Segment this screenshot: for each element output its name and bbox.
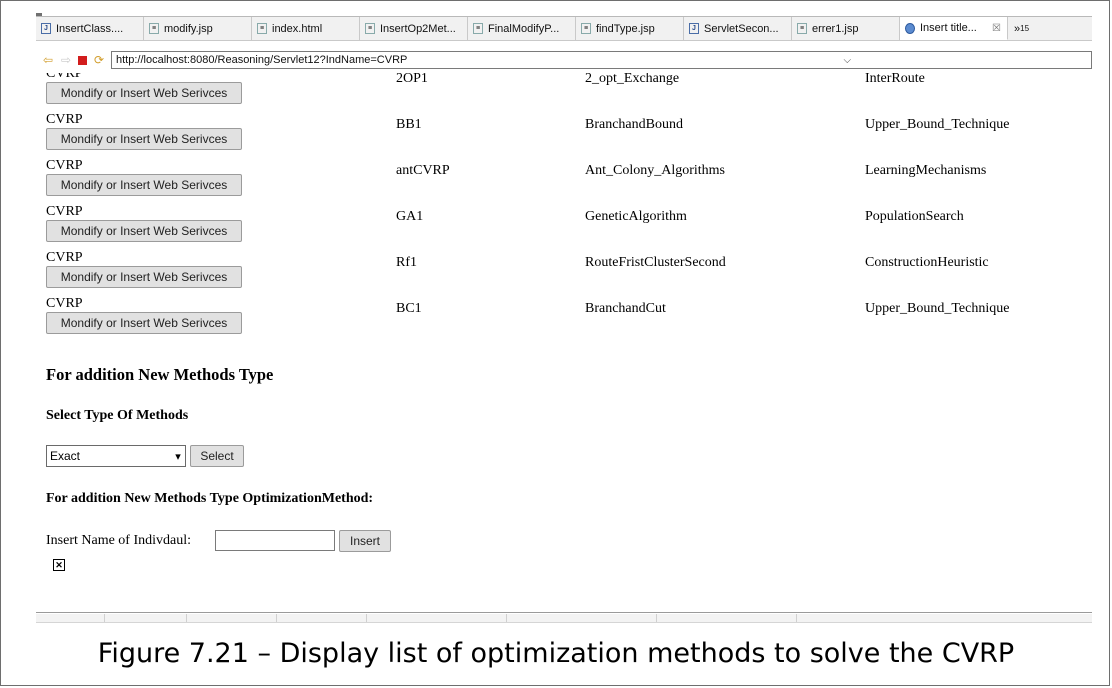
figure-caption: Figure 7.21 – Display list of optimizati… (97, 638, 1015, 669)
more-tabs-button[interactable]: » 15 (1008, 17, 1029, 40)
list-item: CVRP Mondify or Insert Web Serivces BC1 … (36, 296, 1092, 343)
chevron-down-icon[interactable]: ⌵ (604, 55, 1092, 66)
modify-insert-button[interactable]: Mondify or Insert Web Serivces (46, 82, 242, 104)
tab-servletsecon[interactable]: J ServletSecon... (684, 17, 792, 40)
row-id: Rf1 (396, 255, 417, 270)
status-divider (656, 614, 657, 622)
list-item: CVRP Mondify or Insert Web Serivces GA1 … (36, 204, 1092, 251)
java-file-icon: J (41, 23, 51, 34)
tab-findtype-jsp[interactable]: ≡ findType.jsp (576, 17, 684, 40)
tab-label: InsertClass.... (56, 22, 124, 35)
url-input[interactable]: http://localhost:8080/Reasoning/Servlet1… (111, 51, 1092, 69)
close-tab-icon[interactable]: ☒ (992, 23, 1001, 34)
status-divider (366, 614, 367, 622)
tab-label: ServletSecon... (704, 22, 779, 35)
row-label: CVRP (46, 112, 83, 127)
list-item: CVRP Mondify or Insert Web Serivces Rf1 … (36, 250, 1092, 297)
file-icon: ≡ (797, 23, 807, 34)
url-text: http://localhost:8080/Reasoning/Servlet1… (116, 54, 408, 66)
refresh-icon[interactable]: ⟳ (93, 54, 105, 66)
tab-errer1-jsp[interactable]: ≡ errer1.jsp (792, 17, 900, 40)
file-icon: ≡ (473, 23, 483, 34)
file-icon: ≡ (149, 23, 159, 34)
back-arrow-icon[interactable]: ⇦ (42, 54, 54, 66)
row-method: RouteFristClusterSecond (585, 255, 726, 270)
select-type-label: Select Type Of Methods (46, 408, 189, 423)
select-button[interactable]: Select (190, 445, 244, 467)
modify-insert-button[interactable]: Mondify or Insert Web Serivces (46, 312, 242, 334)
status-divider (104, 614, 105, 622)
tab-label: errer1.jsp (812, 22, 859, 35)
hidden-tab-count: 15 (1020, 24, 1030, 33)
addition-heading: For addition New Methods Type (46, 365, 274, 384)
row-label: CVRP (46, 73, 83, 81)
row-id: GA1 (396, 209, 424, 224)
row-method: BranchandBound (585, 117, 683, 132)
optimization-heading: For addition New Methods Type Optimizati… (46, 491, 374, 506)
tab-label: InsertOp2Met... (380, 22, 456, 35)
row-id: BC1 (396, 301, 422, 316)
tab-label: modify.jsp (164, 22, 213, 35)
stop-icon[interactable] (78, 55, 87, 65)
row-type: PopulationSearch (865, 209, 964, 224)
status-divider (796, 614, 797, 622)
java-file-icon: J (689, 23, 699, 34)
file-icon: ≡ (257, 23, 267, 34)
modify-insert-button[interactable]: Mondify or Insert Web Serivces (46, 174, 242, 196)
tab-label: FinalModifyP... (488, 22, 560, 35)
select-value: Exact (50, 449, 81, 463)
row-method: GeneticAlgorithm (585, 209, 687, 224)
tab-index-html[interactable]: ≡ index.html (252, 17, 360, 40)
file-icon: ≡ (365, 23, 375, 34)
row-type: LearningMechanisms (865, 163, 987, 178)
individual-name-input[interactable] (215, 530, 335, 551)
tab-label: Insert title... (920, 22, 977, 34)
method-type-select[interactable]: Exact ▾ (46, 445, 186, 467)
forward-arrow-icon[interactable]: ⇨ (60, 54, 72, 66)
row-label: CVRP (46, 296, 83, 311)
row-type: Upper_Bound_Technique (865, 117, 1010, 132)
row-label: CVRP (46, 204, 83, 219)
modify-insert-button[interactable]: Mondify or Insert Web Serivces (46, 266, 242, 288)
tab-insert-title[interactable]: Insert title... ☒ (900, 17, 1008, 40)
status-divider (506, 614, 507, 622)
list-item: CVRP Mondify or Insert Web Serivces 2OP1… (36, 73, 1092, 113)
modify-insert-button[interactable]: Mondify or Insert Web Serivces (46, 128, 242, 150)
tab-label: index.html (272, 22, 323, 35)
chevron-down-icon: ▾ (175, 450, 181, 463)
file-icon: ≡ (581, 23, 591, 34)
status-bar (36, 614, 1092, 623)
row-id: BB1 (396, 117, 422, 132)
status-divider (186, 614, 187, 622)
tab-insertclass[interactable]: J InsertClass.... (36, 17, 144, 40)
address-bar: ⇦ ⇨ ⟳ http://localhost:8080/Reasoning/Se… (36, 48, 1092, 72)
tab-insertop2met[interactable]: ≡ InsertOp2Met... (360, 17, 468, 40)
modify-insert-button[interactable]: Mondify or Insert Web Serivces (46, 220, 242, 242)
row-label: CVRP (46, 250, 83, 265)
row-label: CVRP (46, 158, 83, 173)
row-type: Upper_Bound_Technique (865, 301, 1010, 316)
row-type: InterRoute (865, 73, 925, 86)
editor-tab-bar: J InsertClass.... ≡ modify.jsp ≡ index.h… (36, 17, 1092, 41)
list-item: CVRP Mondify or Insert Web Serivces antC… (36, 158, 1092, 205)
insert-name-label: Insert Name of Indivdaul: (46, 533, 192, 548)
row-id: antCVRP (396, 163, 450, 178)
page-content: CVRP Mondify or Insert Web Serivces 2OP1… (36, 73, 1092, 613)
row-id: 2OP1 (396, 73, 428, 86)
browser-bottom-border (36, 612, 1092, 613)
tab-finalmodifyp[interactable]: ≡ FinalModifyP... (468, 17, 576, 40)
tab-modify-jsp[interactable]: ≡ modify.jsp (144, 17, 252, 40)
broken-image-icon: ✕ (53, 559, 65, 571)
nav-buttons: ⇦ ⇨ ⟳ (42, 54, 105, 66)
list-item: CVRP Mondify or Insert Web Serivces BB1 … (36, 112, 1092, 159)
insert-button[interactable]: Insert (339, 530, 391, 552)
row-method: Ant_Colony_Algorithms (585, 163, 726, 178)
row-method: 2_opt_Exchange (585, 73, 680, 86)
globe-icon (905, 22, 915, 34)
status-divider (276, 614, 277, 622)
row-method: BranchandCut (585, 301, 666, 316)
tab-label: findType.jsp (596, 22, 655, 35)
row-type: ConstructionHeuristic (865, 255, 989, 270)
